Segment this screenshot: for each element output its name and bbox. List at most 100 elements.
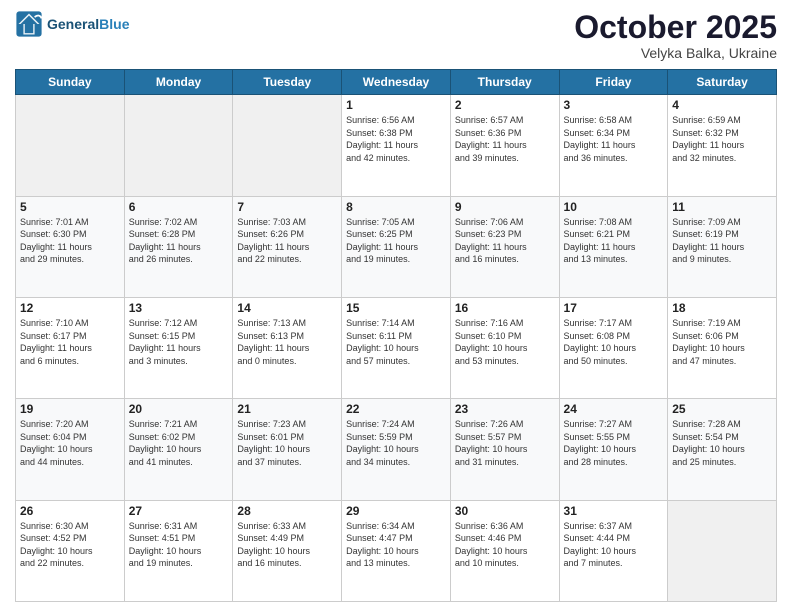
day-info: Sunrise: 7:12 AM Sunset: 6:15 PM Dayligh… [129,317,229,367]
day-info: Sunrise: 7:09 AM Sunset: 6:19 PM Dayligh… [672,216,772,266]
header-friday: Friday [559,70,668,95]
header-wednesday: Wednesday [342,70,451,95]
day-number: 29 [346,504,446,518]
day-info: Sunrise: 7:14 AM Sunset: 6:11 PM Dayligh… [346,317,446,367]
day-info: Sunrise: 7:13 AM Sunset: 6:13 PM Dayligh… [237,317,337,367]
page: GeneralBlue October 2025 Velyka Balka, U… [0,0,792,612]
header-monday: Monday [124,70,233,95]
table-row: 15 Sunrise: 7:14 AM Sunset: 6:11 PM Dayli… [342,297,451,398]
location: Velyka Balka, Ukraine [574,45,777,61]
table-row: 30Sunrise: 6:36 AM Sunset: 4:46 PM Dayli… [450,500,559,601]
day-info: Sunrise: 7:06 AM Sunset: 6:23 PM Dayligh… [455,216,555,266]
table-row: 4 Sunrise: 6:59 AM Sunset: 6:32 PM Daylig… [668,95,777,196]
table-row: 10 Sunrise: 7:08 AM Sunset: 6:21 PM Dayli… [559,196,668,297]
header: GeneralBlue October 2025 Velyka Balka, U… [15,10,777,61]
day-number: 27 [129,504,229,518]
day-number: 23 [455,402,555,416]
table-row: 13 Sunrise: 7:12 AM Sunset: 6:15 PM Dayli… [124,297,233,398]
week-row-4: 19Sunrise: 7:20 AM Sunset: 6:04 PM Dayli… [16,399,777,500]
day-info: Sunrise: 6:59 AM Sunset: 6:32 PM Dayligh… [672,114,772,164]
day-number: 30 [455,504,555,518]
day-info: Sunrise: 7:19 AM Sunset: 6:06 PM Dayligh… [672,317,772,367]
day-info: Sunrise: 7:16 AM Sunset: 6:10 PM Dayligh… [455,317,555,367]
day-number: 3 [564,98,664,112]
table-row: 5 Sunrise: 7:01 AM Sunset: 6:30 PM Daylig… [16,196,125,297]
day-info: Sunrise: 7:01 AM Sunset: 6:30 PM Dayligh… [20,216,120,266]
header-sunday: Sunday [16,70,125,95]
day-info: Sunrise: 7:08 AM Sunset: 6:21 PM Dayligh… [564,216,664,266]
table-row: 23 Sunrise: 7:26 AM Sunset: 5:57 PM Dayli… [450,399,559,500]
table-row: 11 Sunrise: 7:09 AM Sunset: 6:19 PM Dayli… [668,196,777,297]
day-number: 6 [129,200,229,214]
day-number: 8 [346,200,446,214]
week-row-2: 5 Sunrise: 7:01 AM Sunset: 6:30 PM Daylig… [16,196,777,297]
table-row: 24 Sunrise: 7:27 AM Sunset: 5:55 PM Dayli… [559,399,668,500]
logo: GeneralBlue [15,10,129,38]
header-thursday: Thursday [450,70,559,95]
table-row: 27 Sunrise: 6:31 AM Sunset: 4:51 PM Dayli… [124,500,233,601]
day-info: Sunrise: 6:57 AM Sunset: 6:36 PM Dayligh… [455,114,555,164]
week-row-3: 12 Sunrise: 7:10 AM Sunset: 6:17 PM Dayli… [16,297,777,398]
day-info: Sunrise: 6:33 AM Sunset: 4:49 PM Dayligh… [237,520,337,570]
title-block: October 2025 Velyka Balka, Ukraine [574,10,777,61]
day-info: Sunrise: 7:24 AM Sunset: 5:59 PM Dayligh… [346,418,446,468]
table-row: 21Sunrise: 7:23 AM Sunset: 6:01 PM Dayli… [233,399,342,500]
day-number: 11 [672,200,772,214]
table-row: 31 Sunrise: 6:37 AM Sunset: 4:44 PM Dayli… [559,500,668,601]
table-row: 28 Sunrise: 6:33 AM Sunset: 4:49 PM Dayli… [233,500,342,601]
day-number: 9 [455,200,555,214]
day-number: 13 [129,301,229,315]
day-number: 31 [564,504,664,518]
day-number: 2 [455,98,555,112]
day-number: 19 [20,402,120,416]
table-row: 8 Sunrise: 7:05 AM Sunset: 6:25 PM Daylig… [342,196,451,297]
week-row-1: 1 Sunrise: 6:56 AM Sunset: 6:38 PM Daylig… [16,95,777,196]
day-number: 10 [564,200,664,214]
days-header-row: Sunday Monday Tuesday Wednesday Thursday… [16,70,777,95]
day-info: Sunrise: 7:26 AM Sunset: 5:57 PM Dayligh… [455,418,555,468]
table-row: 1 Sunrise: 6:56 AM Sunset: 6:38 PM Daylig… [342,95,451,196]
day-number: 17 [564,301,664,315]
table-row: 17 Sunrise: 7:17 AM Sunset: 6:08 PM Dayli… [559,297,668,398]
table-row [16,95,125,196]
day-info: Sunrise: 6:31 AM Sunset: 4:51 PM Dayligh… [129,520,229,570]
day-number: 24 [564,402,664,416]
day-number: 12 [20,301,120,315]
day-info: Sunrise: 7:28 AM Sunset: 5:54 PM Dayligh… [672,418,772,468]
day-info: Sunrise: 6:37 AM Sunset: 4:44 PM Dayligh… [564,520,664,570]
day-number: 18 [672,301,772,315]
table-row: 19Sunrise: 7:20 AM Sunset: 6:04 PM Dayli… [16,399,125,500]
table-row: 18 Sunrise: 7:19 AM Sunset: 6:06 PM Dayli… [668,297,777,398]
day-number: 14 [237,301,337,315]
day-info: Sunrise: 6:56 AM Sunset: 6:38 PM Dayligh… [346,114,446,164]
table-row: 9 Sunrise: 7:06 AM Sunset: 6:23 PM Daylig… [450,196,559,297]
day-info: Sunrise: 7:21 AM Sunset: 6:02 PM Dayligh… [129,418,229,468]
day-number: 1 [346,98,446,112]
month-title: October 2025 [574,10,777,45]
table-row [233,95,342,196]
day-info: Sunrise: 7:17 AM Sunset: 6:08 PM Dayligh… [564,317,664,367]
day-number: 16 [455,301,555,315]
day-info: Sunrise: 7:05 AM Sunset: 6:25 PM Dayligh… [346,216,446,266]
table-row: 7Sunrise: 7:03 AM Sunset: 6:26 PM Daylig… [233,196,342,297]
table-row: 16 Sunrise: 7:16 AM Sunset: 6:10 PM Dayli… [450,297,559,398]
logo-icon [15,10,43,38]
day-info: Sunrise: 6:34 AM Sunset: 4:47 PM Dayligh… [346,520,446,570]
day-number: 7 [237,200,337,214]
week-row-5: 26Sunrise: 6:30 AM Sunset: 4:52 PM Dayli… [16,500,777,601]
table-row: 14 Sunrise: 7:13 AM Sunset: 6:13 PM Dayli… [233,297,342,398]
day-number: 28 [237,504,337,518]
table-row: 3Sunrise: 6:58 AM Sunset: 6:34 PM Daylig… [559,95,668,196]
day-info: Sunrise: 7:27 AM Sunset: 5:55 PM Dayligh… [564,418,664,468]
day-number: 22 [346,402,446,416]
day-info: Sunrise: 7:23 AM Sunset: 6:01 PM Dayligh… [237,418,337,468]
header-saturday: Saturday [668,70,777,95]
day-info: Sunrise: 7:02 AM Sunset: 6:28 PM Dayligh… [129,216,229,266]
day-info: Sunrise: 7:10 AM Sunset: 6:17 PM Dayligh… [20,317,120,367]
day-number: 26 [20,504,120,518]
day-number: 5 [20,200,120,214]
day-number: 15 [346,301,446,315]
table-row [668,500,777,601]
day-number: 4 [672,98,772,112]
day-number: 20 [129,402,229,416]
